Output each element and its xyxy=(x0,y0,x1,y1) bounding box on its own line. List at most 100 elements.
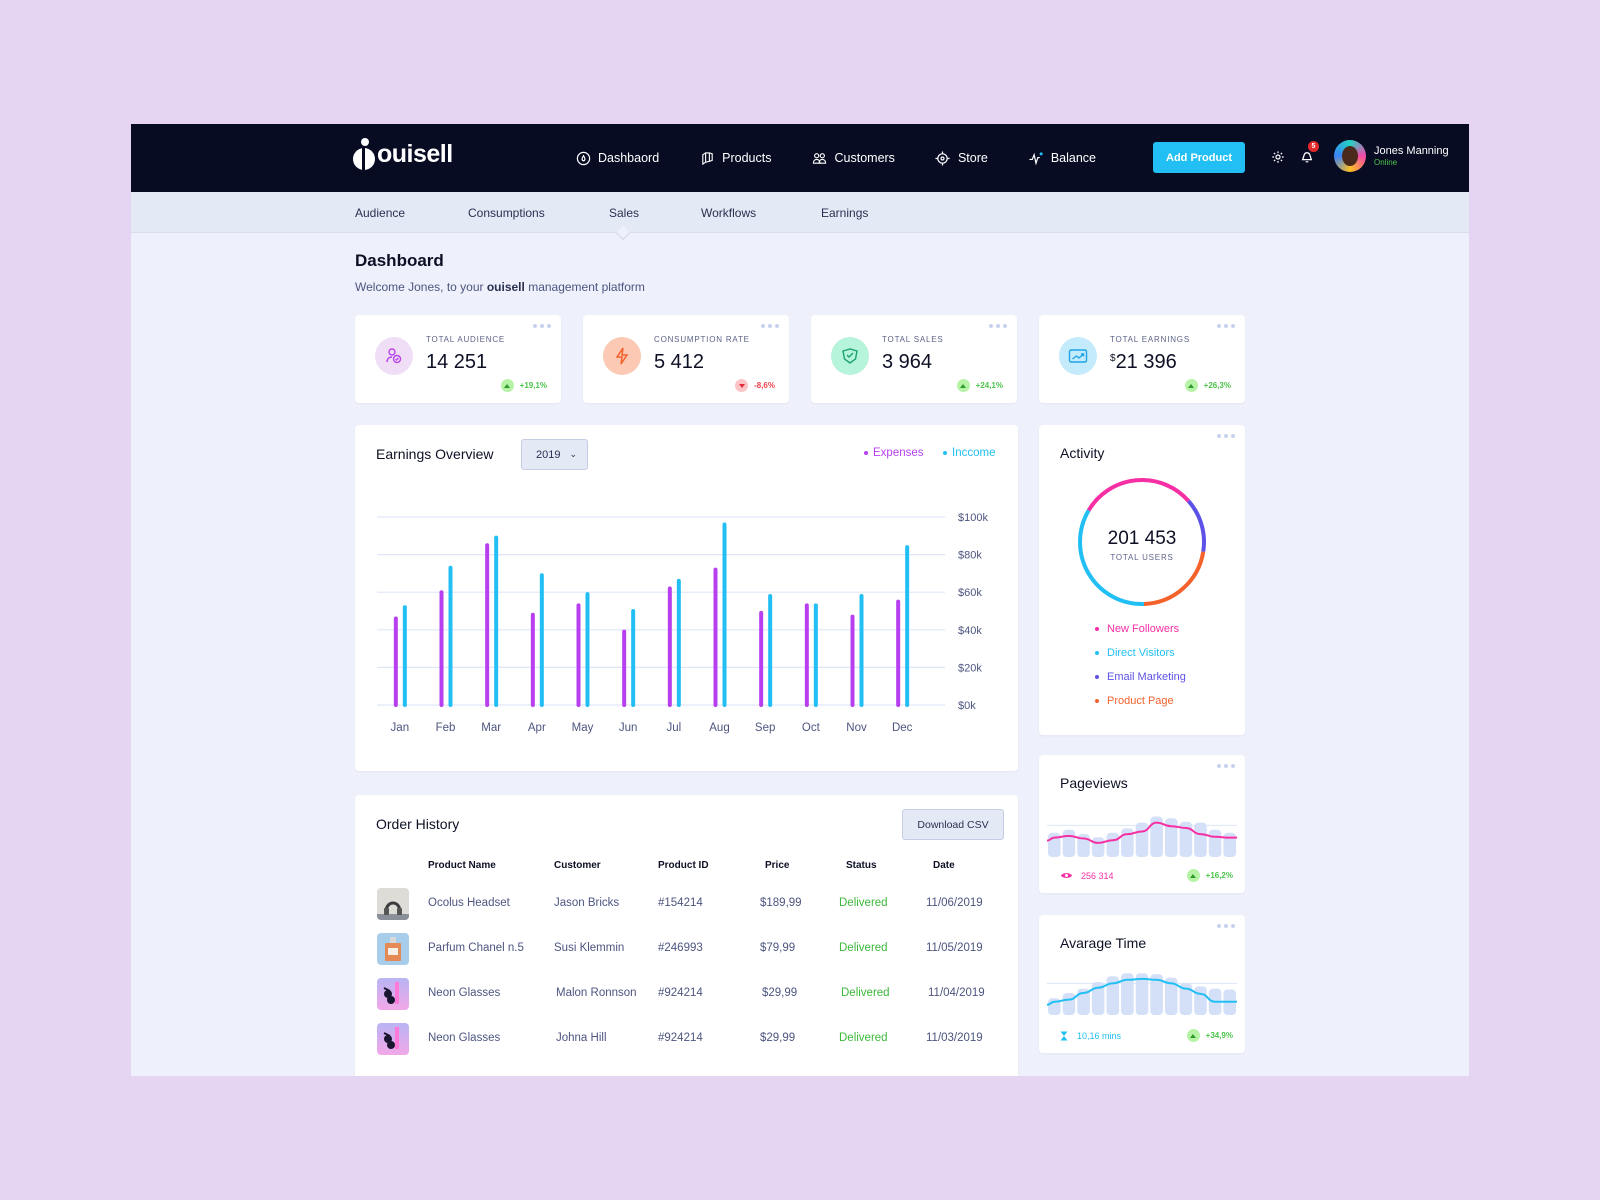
average-time-delta: +34,9% xyxy=(1186,1029,1233,1042)
trend-up-icon xyxy=(1186,1029,1200,1042)
price: $29,99 xyxy=(760,1032,796,1044)
order-date: 11/03/2019 xyxy=(926,1032,983,1044)
order-history-card: Order History Download CSV Product Name … xyxy=(355,795,1018,1076)
stat-label: TOTAL SALES xyxy=(882,335,944,344)
status-badge: Delivered xyxy=(839,1032,888,1044)
activity-donut-chart xyxy=(1078,478,1206,606)
product-name: Neon Glasses xyxy=(428,1032,501,1044)
audience-icon xyxy=(375,337,413,375)
column-bar xyxy=(1208,829,1222,857)
order-history-title: Order History xyxy=(376,816,460,832)
stat-card-consumption: CONSUMPTION RATE 5 412 -8,6% xyxy=(583,315,789,403)
x-tick-label: Nov xyxy=(846,722,867,734)
table-row[interactable]: Parfum Chanel n.5 Susi Klemmin #246993 $… xyxy=(355,933,1018,978)
more-options-icon[interactable] xyxy=(989,324,1007,328)
welcome-text: Welcome Jones, to your ouisell managemen… xyxy=(355,280,645,294)
add-product-button[interactable]: Add Product xyxy=(1153,142,1245,173)
legend-product-page[interactable]: Product Page xyxy=(1095,689,1186,713)
subnav-workflows[interactable]: Workflows xyxy=(701,206,756,220)
nav-item-products[interactable]: Products xyxy=(699,150,772,166)
earnings-overview-card: Earnings Overview 2019 ⌄ Expenses Inccome… xyxy=(355,425,1018,771)
more-options-icon[interactable] xyxy=(1217,434,1235,438)
stat-card-sales: TOTAL SALES 3 964 +24,1% xyxy=(811,315,1017,403)
more-options-icon[interactable] xyxy=(761,324,779,328)
pageviews-card: Pageviews 256 314 +16,2% xyxy=(1039,755,1245,893)
table-row[interactable]: Ocolus Headset Jason Bricks #154214 $189… xyxy=(355,888,1018,933)
legend-new-followers[interactable]: New Followers xyxy=(1095,617,1186,641)
stat-delta: +19,1% xyxy=(500,379,547,392)
lightning-icon xyxy=(603,337,641,375)
box-icon xyxy=(699,150,715,166)
product-thumbnail-glasses xyxy=(377,1023,409,1055)
product-thumbnail-perfume xyxy=(377,933,409,965)
x-tick-label: Sep xyxy=(755,722,775,734)
activity-legend: New Followers Direct Visitors Email Mark… xyxy=(1095,617,1186,713)
product-thumbnail-glasses xyxy=(377,978,409,1010)
more-options-icon[interactable] xyxy=(1217,764,1235,768)
activity-card: Activity 201 453 TOTAL USERS New Followe… xyxy=(1039,425,1245,735)
column-bar xyxy=(1062,829,1076,857)
subnav-consumptions[interactable]: Consumptions xyxy=(468,206,545,220)
column-header-product-id[interactable]: Product ID xyxy=(658,860,709,871)
legend-direct-visitors[interactable]: Direct Visitors xyxy=(1095,641,1186,665)
product-thumbnail-headset xyxy=(377,888,409,920)
more-options-icon[interactable] xyxy=(533,324,551,328)
order-date: 11/05/2019 xyxy=(926,942,983,954)
more-options-icon[interactable] xyxy=(1217,924,1235,928)
y-tick-label: $20k xyxy=(958,662,982,674)
subnav-audience[interactable]: Audience xyxy=(355,206,405,220)
subnav-earnings[interactable]: Earnings xyxy=(821,206,868,220)
pageviews-delta: +16,2% xyxy=(1186,869,1233,882)
average-time-title: Avarage Time xyxy=(1060,935,1147,951)
column-header-status[interactable]: Status xyxy=(846,860,877,871)
nav-item-customers[interactable]: Customers xyxy=(812,150,895,166)
nav-item-store[interactable]: Store xyxy=(935,150,988,166)
table-row[interactable]: Neon Glasses Malon Ronnson #924214 $29,9… xyxy=(355,978,1018,1023)
brand-logo[interactable]: ouisell xyxy=(353,138,453,170)
column-header-price[interactable]: Price xyxy=(765,860,789,871)
column-header-date[interactable]: Date xyxy=(933,860,955,871)
x-tick-label: Jan xyxy=(391,722,410,734)
hourglass-icon xyxy=(1060,1031,1068,1040)
average-time-footer: 10,16 mins +34,9% xyxy=(1060,1029,1233,1042)
stat-label: CONSUMPTION RATE xyxy=(654,335,750,344)
product-name: Neon Glasses xyxy=(428,987,501,999)
column-bar xyxy=(1106,832,1120,857)
user-avatar[interactable] xyxy=(1334,140,1366,172)
notifications-button[interactable]: 5 xyxy=(1298,141,1319,166)
settings-icon[interactable] xyxy=(1269,148,1287,166)
nav-item-dashboard[interactable]: Dashbaord xyxy=(575,150,659,166)
earnings-chart-icon xyxy=(1059,337,1097,375)
stat-value: $21 396 xyxy=(1110,351,1177,373)
gauge-icon xyxy=(575,150,591,166)
download-csv-button[interactable]: Download CSV xyxy=(902,809,1004,840)
status-badge: Delivered xyxy=(839,897,888,909)
main-nav: Dashbaord Products Customers Store Balan… xyxy=(575,124,1136,192)
x-tick-label: Apr xyxy=(528,722,546,734)
price: $189,99 xyxy=(760,897,802,909)
x-tick-label: Oct xyxy=(802,722,821,734)
column-header-customer[interactable]: Customer xyxy=(554,860,601,871)
notification-badge: 5 xyxy=(1308,141,1319,152)
y-tick-label: $80k xyxy=(958,550,982,562)
stat-label: TOTAL AUDIENCE xyxy=(426,335,506,344)
users-icon xyxy=(812,150,828,166)
column-bar xyxy=(1223,832,1236,857)
total-users-label: TOTAL USERS xyxy=(1110,553,1174,562)
nav-item-balance[interactable]: Balance xyxy=(1028,150,1096,166)
column-header-product[interactable]: Product Name xyxy=(428,860,496,871)
legend-email-marketing[interactable]: Email Marketing xyxy=(1095,665,1186,689)
pageviews-title: Pageviews xyxy=(1060,775,1128,791)
status-badge: Delivered xyxy=(841,987,890,999)
order-date: 11/04/2019 xyxy=(928,987,985,999)
average-time-chart xyxy=(1046,973,1237,1015)
user-info[interactable]: Jones Manning Online xyxy=(1374,145,1449,167)
y-tick-label: $0k xyxy=(958,700,976,712)
x-tick-label: Dec xyxy=(892,722,913,734)
table-row[interactable]: Neon Glasses Johna Hill #924214 $29,99 D… xyxy=(355,1023,1018,1068)
trend-up-icon xyxy=(1186,869,1200,882)
total-users-value: 201 453 xyxy=(1107,528,1177,549)
subnav-sales[interactable]: Sales xyxy=(609,206,639,220)
bell-icon xyxy=(1301,152,1313,163)
more-options-icon[interactable] xyxy=(1217,324,1235,328)
